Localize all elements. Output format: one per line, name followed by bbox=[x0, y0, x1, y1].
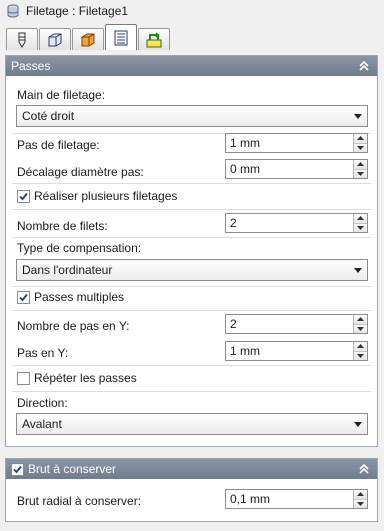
thread-pitch-label: Pas de filetage: bbox=[17, 138, 100, 152]
y-steps-value: 2 bbox=[230, 317, 237, 331]
checkbox-checked-icon[interactable] bbox=[17, 290, 30, 304]
compensation-label: Type de compensation: bbox=[17, 241, 142, 255]
tool-icon bbox=[18, 32, 26, 48]
stock-panel-title: Brut à conserver bbox=[28, 462, 117, 476]
repeat-passes-checkbox[interactable]: Répéter les passes bbox=[17, 371, 137, 385]
collapse-up-icon[interactable] bbox=[357, 59, 371, 73]
tab-geometry[interactable] bbox=[39, 28, 71, 50]
thread-hand-value: Coté droit bbox=[22, 109, 75, 123]
spin-down-icon[interactable] bbox=[354, 222, 367, 232]
divider bbox=[12, 286, 371, 287]
checkbox-checked-icon[interactable] bbox=[17, 189, 30, 203]
spin-down-icon[interactable] bbox=[354, 142, 367, 152]
thread-pitch-value: 1 mm bbox=[230, 136, 260, 150]
radial-stock-value: 0,1 mm bbox=[230, 492, 271, 506]
repeat-passes-label: Répéter les passes bbox=[34, 371, 137, 385]
divider bbox=[12, 209, 371, 210]
stock-panel-header[interactable]: Brut à conserver bbox=[6, 459, 377, 479]
direction-value: Avalant bbox=[22, 417, 62, 431]
compensation-value: Dans l'ordinateur bbox=[22, 263, 113, 277]
y-steps-field[interactable]: 2 bbox=[225, 314, 368, 334]
spin-up-icon[interactable] bbox=[354, 490, 367, 499]
collapse-up-icon[interactable] bbox=[357, 462, 371, 476]
title-bar: Filetage : Filetage1 bbox=[0, 0, 384, 22]
tab-passes[interactable] bbox=[105, 24, 137, 50]
thread-count-label: Nombre de filets: bbox=[17, 219, 108, 233]
spin-up-icon[interactable] bbox=[354, 214, 367, 223]
spin-up-icon[interactable] bbox=[354, 315, 367, 324]
tab-linking[interactable] bbox=[138, 28, 170, 50]
tab-tool[interactable] bbox=[6, 28, 38, 50]
chevron-down-icon bbox=[354, 422, 362, 427]
passes-panel-header[interactable]: Passes bbox=[6, 56, 377, 76]
radial-stock-label: Brut radial à conserver: bbox=[17, 494, 142, 508]
spin-down-icon[interactable] bbox=[354, 323, 367, 333]
radial-stock-field[interactable]: 0,1 mm bbox=[225, 489, 368, 509]
passes-panel-title: Passes bbox=[11, 59, 51, 73]
tab-strip bbox=[6, 24, 171, 50]
spin-up-icon[interactable] bbox=[354, 160, 367, 169]
direction-label: Direction: bbox=[17, 396, 68, 410]
spin-up-icon[interactable] bbox=[354, 342, 367, 351]
cube-icon bbox=[48, 33, 62, 46]
linking-icon bbox=[146, 31, 162, 47]
spin-down-icon[interactable] bbox=[354, 498, 367, 508]
spin-up-icon[interactable] bbox=[354, 134, 367, 143]
spin-down-icon[interactable] bbox=[354, 168, 367, 178]
y-step-value: 1 mm bbox=[230, 344, 260, 358]
multiple-threads-checkbox[interactable]: Réaliser plusieurs filetages bbox=[17, 189, 177, 203]
pitch-offset-label: Décalage diamètre pas: bbox=[17, 165, 144, 179]
divider bbox=[12, 365, 371, 366]
stock-cube-icon bbox=[81, 33, 95, 46]
thread-hand-select[interactable]: Coté droit bbox=[16, 105, 368, 127]
chevron-down-icon bbox=[354, 114, 362, 119]
multiple-passes-checkbox[interactable]: Passes multiples bbox=[17, 290, 124, 304]
passes-list-icon bbox=[114, 30, 128, 45]
stock-panel: Brut à conserver Brut radial à conserver… bbox=[5, 458, 378, 522]
multiple-passes-label: Passes multiples bbox=[34, 290, 125, 304]
y-step-field[interactable]: 1 mm bbox=[225, 341, 368, 361]
y-steps-label: Nombre de pas en Y: bbox=[17, 319, 130, 333]
pitch-offset-field[interactable]: 0 mm bbox=[225, 159, 368, 179]
thread-hand-label: Main de filetage: bbox=[17, 88, 106, 102]
divider bbox=[12, 391, 371, 392]
divider bbox=[12, 183, 371, 184]
thread-count-value: 2 bbox=[230, 216, 237, 230]
multiple-threads-label: Réaliser plusieurs filetages bbox=[34, 189, 178, 203]
stock-enable-checkbox[interactable] bbox=[11, 462, 24, 476]
divider bbox=[12, 310, 371, 311]
window-title: Filetage : Filetage1 bbox=[26, 4, 129, 18]
spin-down-icon[interactable] bbox=[354, 350, 367, 360]
pitch-offset-value: 0 mm bbox=[230, 162, 260, 176]
direction-select[interactable]: Avalant bbox=[16, 413, 368, 435]
compensation-select[interactable]: Dans l'ordinateur bbox=[16, 259, 368, 281]
thread-count-field[interactable]: 2 bbox=[225, 213, 368, 233]
chevron-down-icon bbox=[354, 268, 362, 273]
checkbox-empty-icon[interactable] bbox=[17, 371, 30, 385]
divider bbox=[12, 237, 371, 238]
tab-stock[interactable] bbox=[72, 28, 104, 50]
database-icon bbox=[7, 4, 19, 18]
y-step-label: Pas en Y: bbox=[17, 346, 69, 360]
thread-pitch-field[interactable]: 1 mm bbox=[225, 133, 368, 153]
passes-panel: Passes Main de filetage: Coté droit Pas … bbox=[5, 55, 378, 447]
